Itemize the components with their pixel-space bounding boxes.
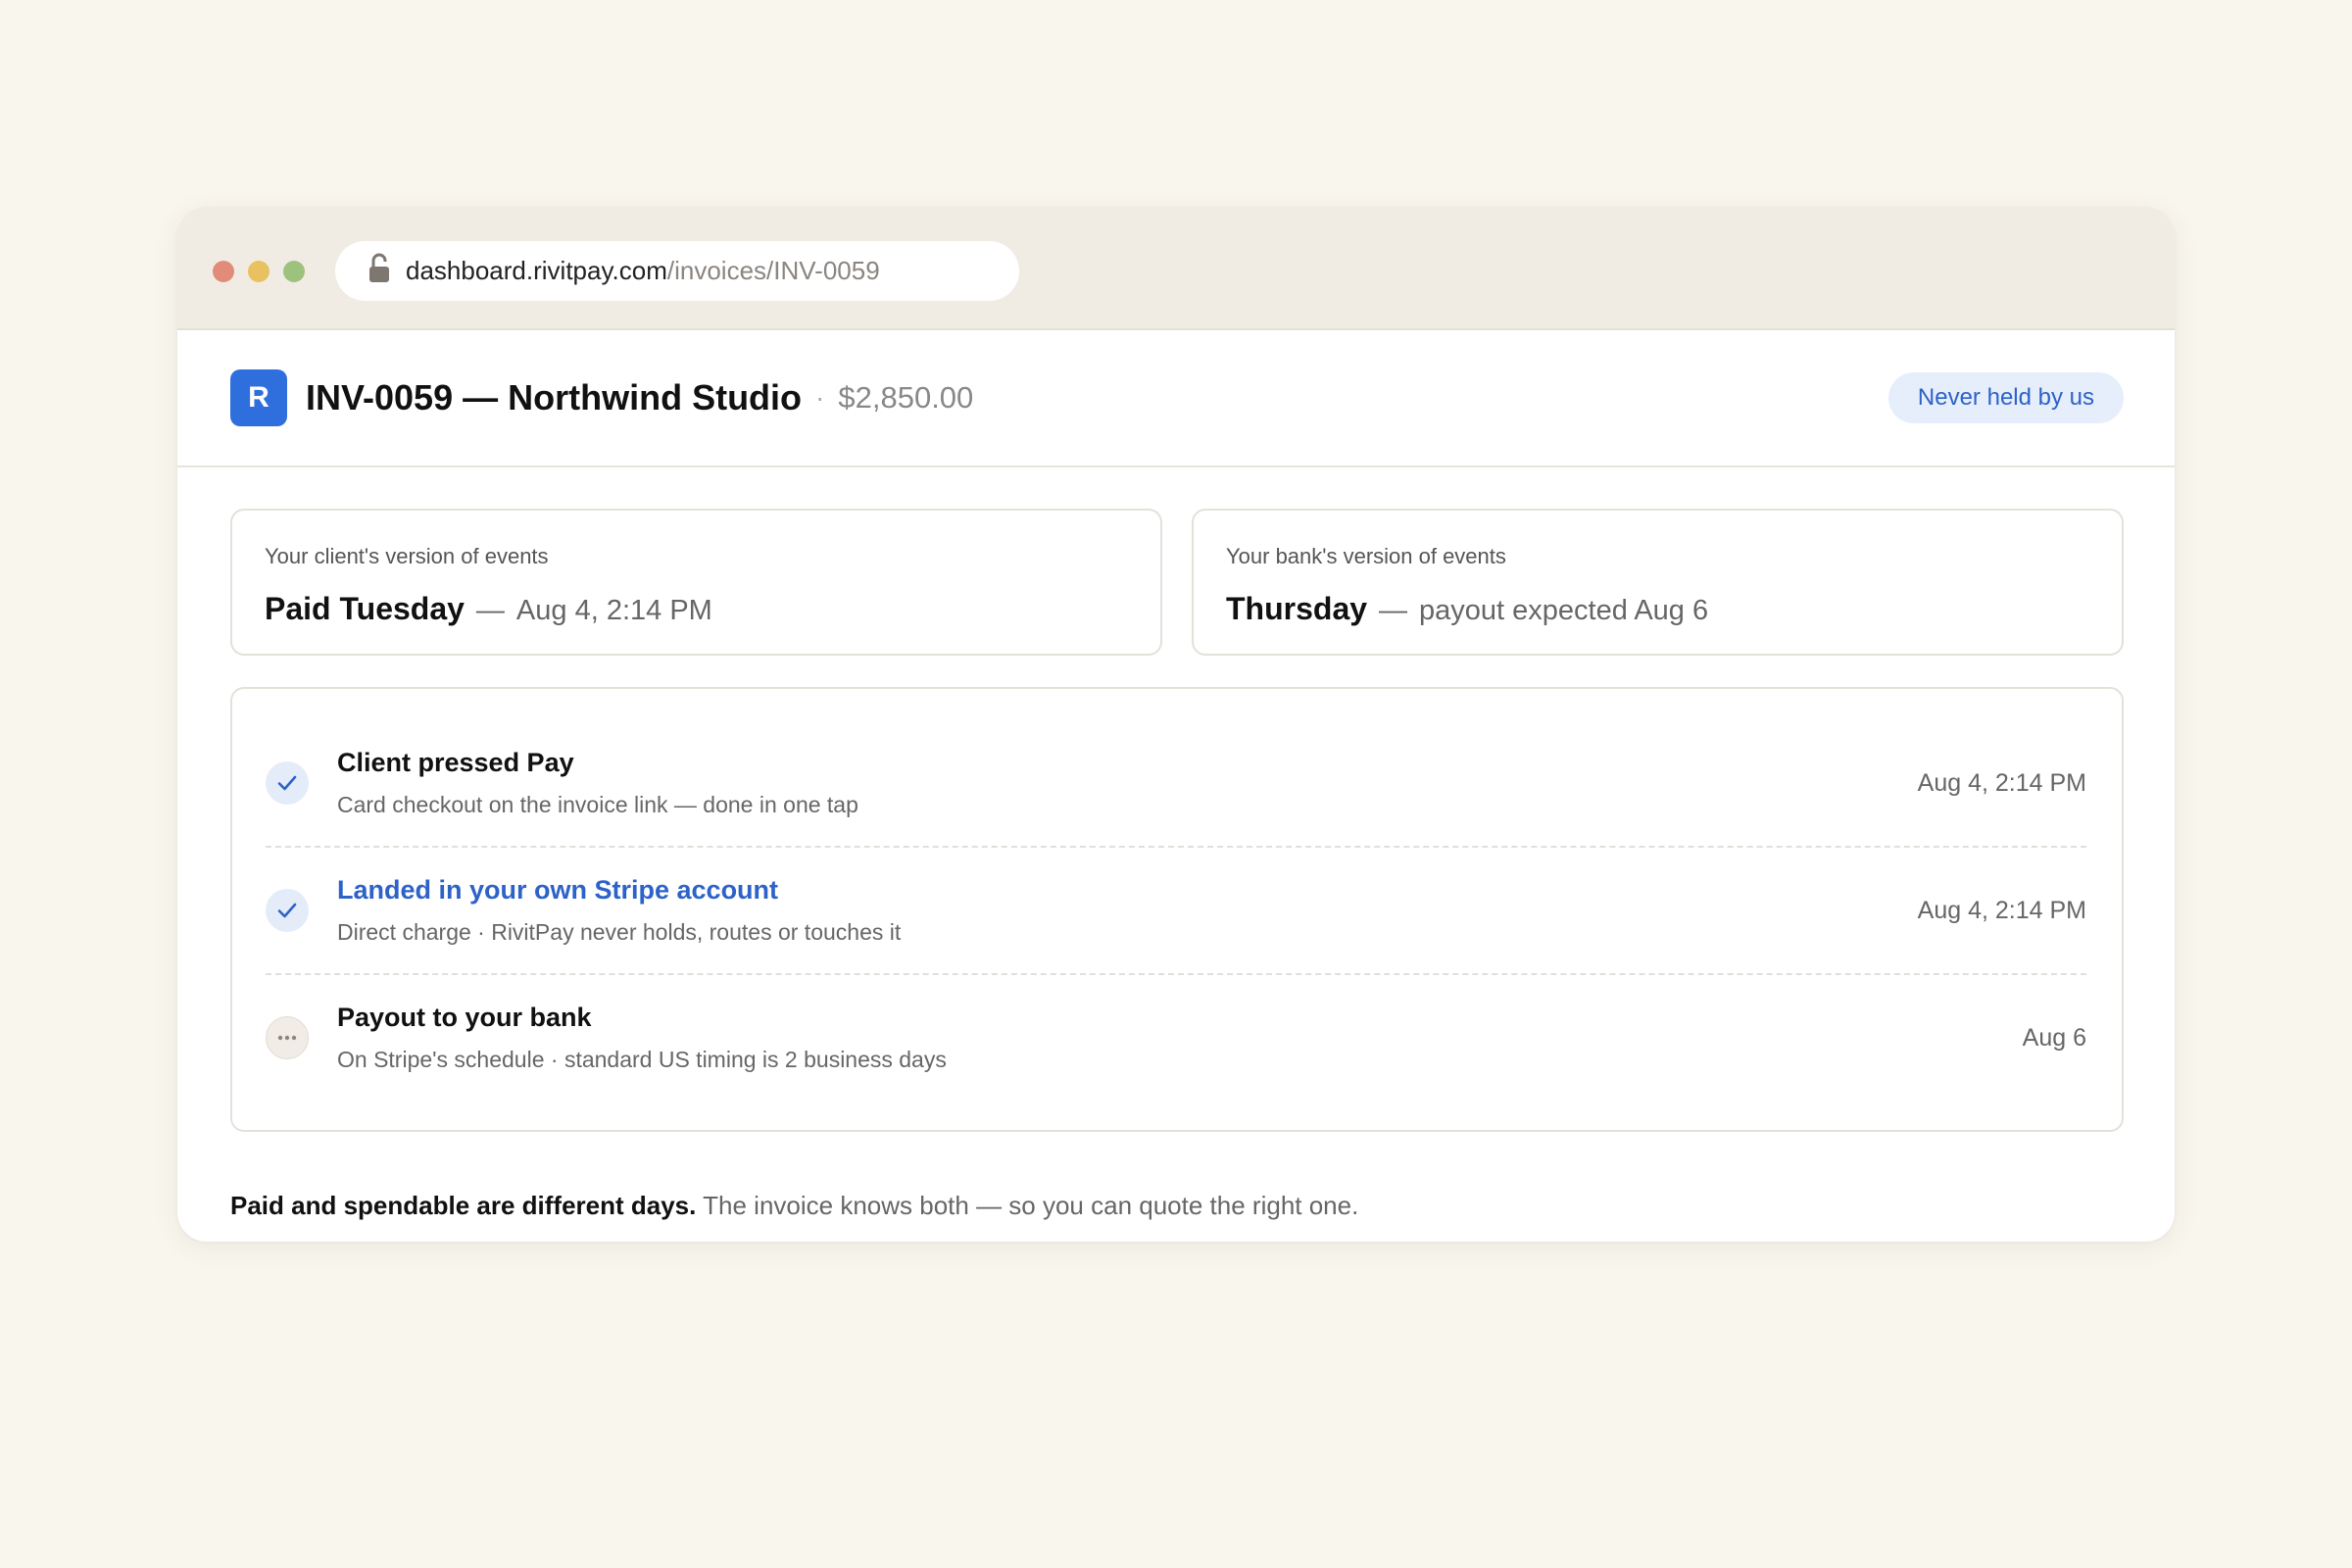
url-path: /invoices/INV-0059 bbox=[666, 256, 880, 285]
ellipsis-icon bbox=[266, 1016, 309, 1059]
close-window-button[interactable] bbox=[213, 261, 234, 282]
bank-version-dash: — bbox=[1379, 595, 1408, 626]
invoice-header: R INV-0059 — Northwind Studio · $2,850.0… bbox=[177, 330, 2175, 467]
timeline-event: Landed in your own Stripe account Direct… bbox=[266, 848, 2086, 973]
event-time: Aug 4, 2:14 PM bbox=[1917, 896, 2086, 924]
event-title: Client pressed Pay bbox=[337, 748, 574, 777]
footnote-text: The invoice knows both — so you can quot… bbox=[703, 1191, 1359, 1220]
footnote: Paid and spendable are different days. T… bbox=[230, 1191, 2175, 1221]
timeline-event: Client pressed Pay Card checkout on the … bbox=[266, 720, 2086, 846]
event-versions: Your client's version of events Paid Tue… bbox=[230, 509, 2124, 656]
bank-version-card: Your bank's version of events Thursday — p… bbox=[1192, 509, 2124, 656]
browser-window: dashboard.rivitpay.com/invoices/INV-0059… bbox=[177, 207, 2175, 1242]
bank-version-detail: payout expected Aug 6 bbox=[1419, 595, 1709, 626]
client-version-detail: Aug 4, 2:14 PM bbox=[515, 595, 712, 626]
minimize-window-button[interactable] bbox=[248, 261, 270, 282]
check-icon bbox=[266, 889, 309, 932]
payment-timeline: Client pressed Pay Card checkout on the … bbox=[230, 687, 2124, 1132]
client-version-line: Paid Tuesday — Aug 4, 2:14 PM bbox=[265, 591, 1129, 627]
event-time: Aug 4, 2:14 PM bbox=[1917, 768, 2086, 797]
client-version-label: Your client's version of events bbox=[265, 544, 549, 568]
timeline-event: Payout to your bank On Stripe's schedule… bbox=[266, 975, 2086, 1101]
event-title: Payout to your bank bbox=[337, 1003, 592, 1032]
event-body: Client pressed Pay Card checkout on the … bbox=[337, 748, 1918, 818]
client-version-card: Your client's version of events Paid Tue… bbox=[230, 509, 1162, 656]
url-host: dashboard.rivitpay.com bbox=[406, 256, 667, 285]
stripe-account-link[interactable]: Landed in your own Stripe account bbox=[337, 875, 1918, 906]
address-bar[interactable]: dashboard.rivitpay.com/invoices/INV-0059 bbox=[335, 241, 1019, 301]
window-controls bbox=[213, 261, 305, 282]
title-separator: · bbox=[815, 382, 825, 413]
event-time: Aug 6 bbox=[2022, 1023, 2086, 1052]
bank-version-line: Thursday — payout expected Aug 6 bbox=[1226, 591, 2090, 627]
client-version-headline: Paid Tuesday bbox=[265, 591, 465, 626]
invoice-amount: $2,850.00 bbox=[838, 380, 974, 415]
lock-icon bbox=[369, 253, 389, 282]
browser-chrome: dashboard.rivitpay.com/invoices/INV-0059 bbox=[177, 207, 2175, 330]
event-subtitle: On Stripe's schedule · standard US timin… bbox=[337, 1047, 947, 1072]
brand-logo: R bbox=[230, 369, 287, 426]
client-version-dash: — bbox=[475, 595, 505, 626]
bank-version-label: Your bank's version of events bbox=[1226, 544, 1506, 568]
event-subtitle: Card checkout on the invoice link — done… bbox=[337, 792, 858, 817]
invoice-title: INV-0059 — Northwind Studio bbox=[306, 377, 803, 417]
check-icon bbox=[266, 761, 309, 805]
event-body: Landed in your own Stripe account Direct… bbox=[337, 875, 1918, 946]
event-body: Payout to your bank On Stripe's schedule… bbox=[337, 1003, 2023, 1073]
status-badge: Never held by us bbox=[1887, 372, 2124, 423]
bank-version-headline: Thursday bbox=[1226, 591, 1368, 626]
event-subtitle: Direct charge · RivitPay never holds, ro… bbox=[337, 919, 902, 945]
maximize-window-button[interactable] bbox=[283, 261, 305, 282]
footnote-bold: Paid and spendable are different days. bbox=[230, 1191, 697, 1220]
